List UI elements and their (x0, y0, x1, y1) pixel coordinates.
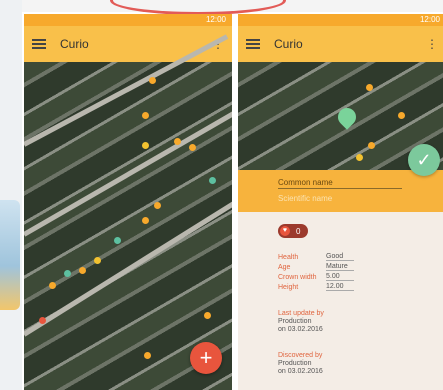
attribute-row: Crown width 5.00 (278, 272, 354, 282)
attribute-label: Age (278, 263, 291, 271)
attribute-label: Crown width (278, 273, 317, 281)
satellite-map[interactable]: + (24, 34, 232, 390)
discovered-info: Discovered by Production on 03.02.2016 (278, 352, 323, 376)
tree-marker[interactable] (114, 237, 121, 244)
phone-detail-screen: 12:00 Curio ⋮ Common name Scientific nam… (238, 14, 443, 390)
report-chip[interactable]: ♥ 0 (278, 224, 308, 238)
tree-marker[interactable] (174, 138, 181, 145)
tree-marker[interactable] (49, 282, 56, 289)
menu-icon[interactable] (246, 39, 260, 49)
phone-map-screen: 12:00 Curio ⋮ + (24, 14, 232, 390)
app-bar: Curio ⋮ (24, 26, 232, 62)
attribute-row: Age Mature (278, 262, 354, 272)
chip-count: 0 (296, 226, 301, 236)
discovered-date: on 03.02.2016 (278, 368, 323, 375)
last-update-date: on 03.02.2016 (278, 326, 323, 333)
tree-marker[interactable] (154, 202, 161, 209)
tree-marker[interactable] (79, 267, 86, 274)
attribute-value[interactable]: 5.00 (326, 273, 354, 281)
heart-icon: ♥ (280, 226, 290, 236)
common-name-field[interactable]: Common name (278, 178, 402, 189)
attribute-value[interactable]: Mature (326, 263, 354, 271)
background-decoration (110, 0, 286, 15)
tree-marker[interactable] (189, 144, 196, 151)
status-bar: 12:00 (238, 14, 443, 26)
tree-marker[interactable] (366, 84, 373, 91)
tree-marker[interactable] (142, 112, 149, 119)
tree-marker[interactable] (368, 142, 375, 149)
attribute-label: Height (278, 283, 299, 291)
attribute-value[interactable]: 12.00 (326, 283, 354, 291)
status-time: 12:00 (205, 15, 226, 24)
tree-marker[interactable] (39, 317, 46, 324)
app-title: Curio (274, 37, 303, 51)
more-options-icon[interactable]: ⋮ (426, 37, 438, 51)
attribute-row: Height 12.00 (278, 282, 354, 292)
attribute-row: Health Good (278, 252, 354, 262)
discovered-label: Discovered by (278, 352, 323, 359)
app-bar: Curio ⋮ (238, 26, 443, 62)
status-bar: 12:00 (24, 14, 232, 26)
status-time: 12:00 (419, 15, 440, 24)
menu-icon[interactable] (32, 39, 46, 49)
discovered-by: Production (278, 360, 312, 367)
app-title: Curio (60, 37, 89, 51)
attribute-list: Health Good Age Mature Crown width 5.00 … (278, 252, 354, 292)
tree-marker[interactable] (209, 177, 216, 184)
tree-marker[interactable] (64, 270, 71, 277)
last-update-info: Last update by Production on 03.02.2016 (278, 310, 324, 334)
attribute-label: Health (278, 253, 299, 261)
tree-marker[interactable] (398, 112, 405, 119)
last-update-label: Last update by (278, 310, 324, 317)
save-check-button[interactable]: ✓ (408, 144, 440, 176)
selected-location-pin-icon (334, 104, 360, 130)
tree-marker[interactable] (149, 77, 156, 84)
attribute-value[interactable]: Good (326, 253, 354, 261)
tree-marker[interactable] (204, 312, 211, 319)
background-left (0, 0, 22, 390)
tree-marker[interactable] (144, 352, 151, 359)
detail-header: Common name Scientific name (238, 170, 443, 212)
tree-marker[interactable] (356, 154, 363, 161)
detail-body: ♥ 0 Health Good Age Mature Crown width 5… (238, 212, 443, 390)
last-update-by: Production (278, 318, 312, 325)
background-illustration (0, 200, 20, 310)
tree-marker[interactable] (142, 217, 149, 224)
tree-marker[interactable] (94, 257, 101, 264)
tree-marker[interactable] (142, 142, 149, 149)
add-tree-button[interactable]: + (190, 342, 222, 374)
scientific-name-field[interactable]: Scientific name (278, 194, 332, 203)
